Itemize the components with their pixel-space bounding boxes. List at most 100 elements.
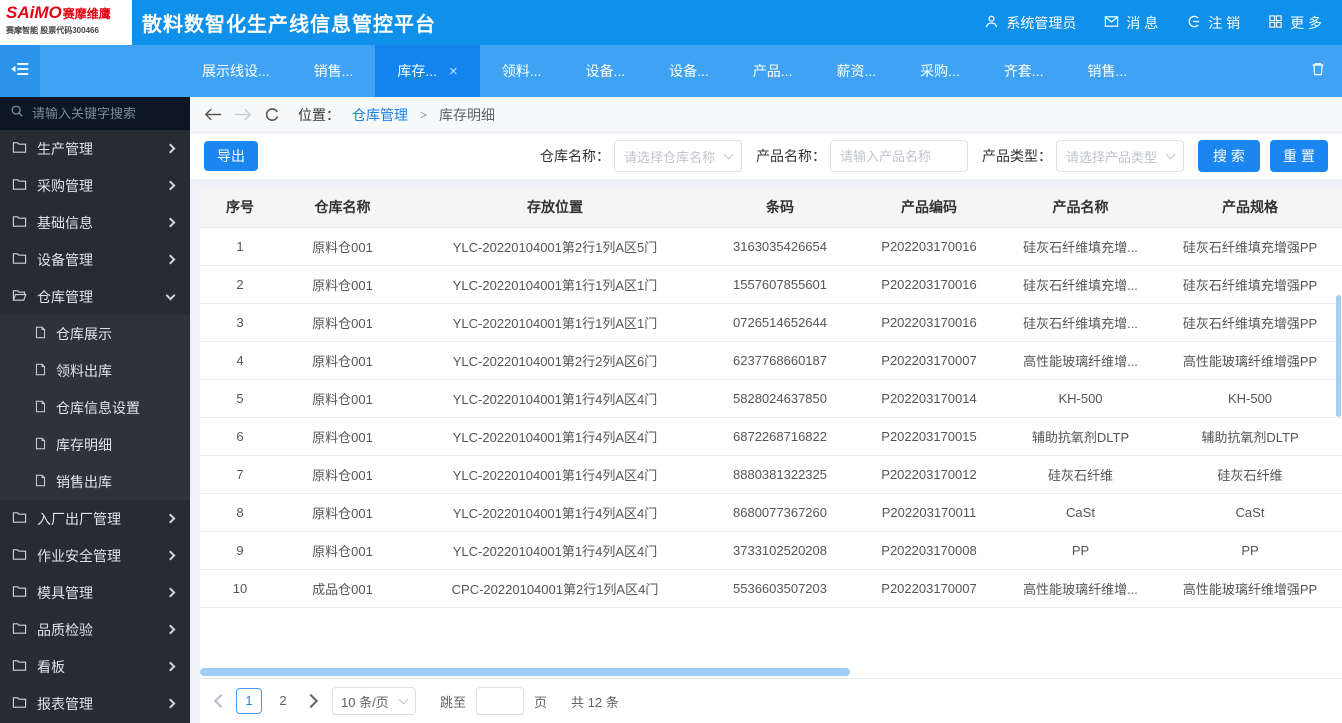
forward-button[interactable] bbox=[234, 107, 252, 122]
sidebar-item-purchase[interactable]: 采购管理 bbox=[0, 167, 190, 204]
page-button-1[interactable]: 1 bbox=[236, 688, 262, 714]
table-row[interactable]: 7 原料仓001 YLC-20220104001第1行4列A区4门 888038132… bbox=[200, 455, 1342, 494]
sidebar-item-report[interactable]: 报表管理 bbox=[0, 685, 190, 722]
sidebar-item-warehouse-display[interactable]: 仓库展示 bbox=[0, 315, 190, 352]
search-button[interactable]: 搜 索 bbox=[1198, 140, 1260, 172]
tab[interactable]: 领料... bbox=[480, 45, 564, 97]
sidebar-item-inventory-detail[interactable]: 库存明细 bbox=[0, 426, 190, 463]
header-menu-label: 更 多 bbox=[1290, 14, 1322, 31]
back-button[interactable] bbox=[204, 107, 222, 122]
chevron-down-icon bbox=[723, 149, 734, 159]
tab-label: 采购... bbox=[920, 63, 960, 79]
sidebar-item-label: 报表管理 bbox=[37, 695, 93, 712]
folder-icon bbox=[12, 695, 27, 713]
table-cell: P202203170008 bbox=[855, 531, 1003, 570]
tab[interactable]: 采购... bbox=[898, 45, 982, 97]
prev-page-button[interactable] bbox=[213, 693, 229, 709]
table-cell: 9 bbox=[200, 531, 280, 570]
sidebar-item-material-outbound[interactable]: 领料出库 bbox=[0, 352, 190, 389]
jump-page-input[interactable] bbox=[476, 687, 525, 715]
header-menu: 系统管理员 消 息 注 销 更 多 bbox=[984, 13, 1342, 33]
filter-select-product-type[interactable]: 请选择产品类型 bbox=[1056, 140, 1184, 172]
sidebar-item-factory-inout[interactable]: 入厂出厂管理 bbox=[0, 500, 190, 537]
sidebar-item-production[interactable]: 生产管理 bbox=[0, 130, 190, 167]
table-row[interactable]: 9 原料仓001 YLC-20220104001第1行4列A区4门 373310252… bbox=[200, 531, 1342, 570]
filter-label-warehouse-name: 仓库名称： bbox=[540, 148, 610, 164]
page-size-select[interactable]: 10 条/页 bbox=[332, 687, 416, 715]
table-cell: 8680077367260 bbox=[705, 493, 855, 532]
vertical-scrollbar[interactable] bbox=[1336, 295, 1341, 417]
header-menu-label: 系统管理员 bbox=[1006, 14, 1077, 31]
sidebar-item-warehouse[interactable]: 仓库管理 bbox=[0, 278, 190, 315]
sidebar-item-quality[interactable]: 品质检验 bbox=[0, 611, 190, 648]
sidebar-item-equipment[interactable]: 设备管理 bbox=[0, 241, 190, 278]
header-menu-more[interactable]: 更 多 bbox=[1268, 13, 1322, 33]
table-cell: 高性能玻璃纤维增强PP bbox=[1158, 341, 1342, 380]
folder-icon bbox=[12, 621, 27, 639]
table-cell: 高性能玻璃纤维增... bbox=[1003, 341, 1158, 380]
refresh-button[interactable] bbox=[264, 107, 280, 123]
folder-icon bbox=[12, 251, 27, 269]
close-all-tabs-button[interactable] bbox=[1310, 45, 1342, 97]
table-cell: 高性能玻璃纤维增强PP bbox=[1158, 569, 1342, 608]
page-button-2[interactable]: 2 bbox=[270, 688, 296, 714]
chevron-right-icon bbox=[165, 698, 176, 709]
next-page-button[interactable] bbox=[303, 693, 319, 709]
tab[interactable]: 薪资... bbox=[814, 45, 898, 97]
sidebar-item-basic-info[interactable]: 基础信息 bbox=[0, 204, 190, 241]
table-row[interactable]: 2 原料仓001 YLC-20220104001第1行1列A区1门 155760785… bbox=[200, 265, 1342, 304]
tab-strip: 展示线设... 销售... 库存... × 领料... 设备... 设备... 产品... 薪资… bbox=[180, 45, 1149, 97]
filter-input-product-name[interactable] bbox=[840, 148, 958, 164]
trash-icon bbox=[1310, 61, 1326, 82]
table-cell: PP bbox=[1158, 531, 1342, 570]
jump-label: 跳至 bbox=[440, 694, 467, 710]
table-cell: 硅灰石纤维填充增强PP bbox=[1158, 265, 1342, 304]
table-cell: 硅灰石纤维填充增... bbox=[1003, 303, 1158, 342]
sidebar-item-board[interactable]: 看板 bbox=[0, 648, 190, 685]
sidebar-item-label: 基础信息 bbox=[37, 214, 93, 231]
tab-close-icon[interactable]: × bbox=[449, 63, 458, 80]
breadcrumb-parent-link[interactable]: 仓库管理 bbox=[352, 105, 408, 125]
header-menu-logout[interactable]: 注 销 bbox=[1186, 13, 1240, 33]
table-cell: 高性能玻璃纤维增... bbox=[1003, 569, 1158, 608]
header-menu-messages[interactable]: 消 息 bbox=[1104, 13, 1158, 33]
table-row[interactable]: 8 原料仓001 YLC-20220104001第1行4列A区4门 868007736… bbox=[200, 493, 1342, 532]
table-row[interactable]: 4 原料仓001 YLC-20220104001第2行2列A区6门 623776866… bbox=[200, 341, 1342, 380]
header-menu-user[interactable]: 系统管理员 bbox=[984, 13, 1076, 33]
sidebar-item-warehouse-info-settings[interactable]: 仓库信息设置 bbox=[0, 389, 190, 426]
table-cell: 5 bbox=[200, 379, 280, 418]
tab-active[interactable]: 库存... × bbox=[375, 45, 480, 97]
table-row[interactable]: 3 原料仓001 YLC-20220104001第1行1列A区1门 072651465… bbox=[200, 303, 1342, 342]
toolbar: 导出 仓库名称： 请选择仓库名称 产品名称： 产品类型： 请选择产品类型 搜 索 重 置 bbox=[190, 133, 1342, 179]
table-cell: 0726514652644 bbox=[705, 303, 855, 342]
tab[interactable]: 销售... bbox=[292, 45, 376, 97]
table-cell: CPC-20220104001第2行1列A区4门 bbox=[405, 569, 705, 608]
sidebar-item-mold[interactable]: 模具管理 bbox=[0, 574, 190, 611]
pagination: 12 10 条/页 跳至 页 共 12 条 bbox=[200, 678, 1342, 723]
tab[interactable]: 产品... bbox=[731, 45, 815, 97]
reset-button[interactable]: 重 置 bbox=[1270, 140, 1328, 172]
tab[interactable]: 设备... bbox=[563, 45, 647, 97]
sidebar-subitem-label: 销售出库 bbox=[56, 473, 112, 490]
table-cell: 8 bbox=[200, 493, 280, 532]
filter-select-warehouse-name[interactable]: 请选择仓库名称 bbox=[614, 140, 742, 172]
collapse-sidebar-button[interactable] bbox=[0, 45, 40, 97]
table-row[interactable]: 1 原料仓001 YLC-20220104001第2行1列A区5门 316303542… bbox=[200, 227, 1342, 266]
tab[interactable]: 设备... bbox=[647, 45, 731, 97]
sidebar-item-work-safety[interactable]: 作业安全管理 bbox=[0, 537, 190, 574]
table-row[interactable]: 5 原料仓001 YLC-20220104001第1行4列A区4门 582802463… bbox=[200, 379, 1342, 418]
export-button[interactable]: 导出 bbox=[204, 141, 258, 171]
table-row[interactable]: 10 成品仓001 CPC-20220104001第2行1列A区4门 55366035… bbox=[200, 569, 1342, 608]
document-icon bbox=[34, 326, 47, 342]
search-input[interactable] bbox=[32, 106, 177, 121]
table-row[interactable]: 6 原料仓001 YLC-20220104001第1行4列A区4门 687226871… bbox=[200, 417, 1342, 456]
main-content: 位置： 仓库管理 > 库存明细 导出 仓库名称： 请选择仓库名称 产品名称： 产品类型… bbox=[190, 97, 1342, 723]
tab[interactable]: 齐套... bbox=[982, 45, 1066, 97]
tab[interactable]: 展示线设... bbox=[180, 45, 292, 97]
sidebar-item-sales-outbound[interactable]: 销售出库 bbox=[0, 463, 190, 500]
table-cell: YLC-20220104001第1行4列A区4门 bbox=[405, 493, 705, 532]
chevron-right-icon bbox=[165, 587, 176, 598]
horizontal-scrollbar[interactable] bbox=[200, 668, 850, 676]
tab[interactable]: 销售... bbox=[1065, 45, 1149, 97]
sidebar-subitem-label: 仓库展示 bbox=[56, 325, 112, 342]
